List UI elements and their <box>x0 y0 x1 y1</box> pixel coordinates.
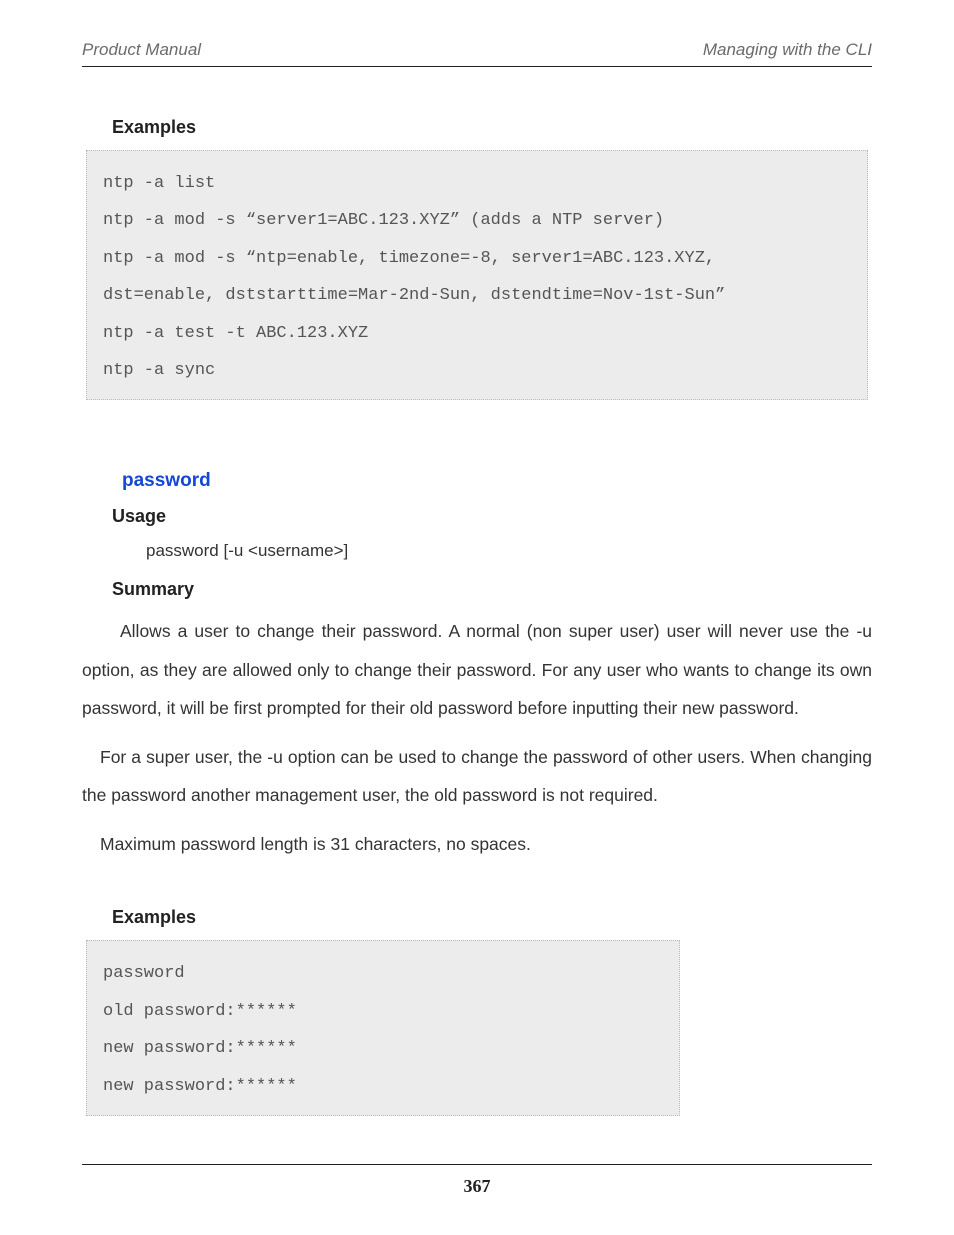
page-body: Examples ntp -a list ntp -a mod -s “serv… <box>82 67 872 1116</box>
password-command-heading: password <box>122 470 872 492</box>
password-examples-code: password old password:****** new passwor… <box>86 940 680 1116</box>
running-header: Product Manual Managing with the CLI <box>82 40 872 67</box>
summary-paragraph-3: Maximum password length is 31 characters… <box>82 825 872 864</box>
summary-text-3: Maximum password length is 31 characters… <box>100 834 531 854</box>
summary-text-1: Allows a user to change their password. … <box>82 621 872 718</box>
summary-paragraph-2: For a super user, the -u option can be u… <box>82 738 872 815</box>
usage-heading: Usage <box>112 506 872 527</box>
footer-rule <box>82 1164 872 1165</box>
ntp-examples-code: ntp -a list ntp -a mod -s “server1=ABC.1… <box>86 150 868 400</box>
page: Product Manual Managing with the CLI Exa… <box>0 0 954 1235</box>
header-left: Product Manual <box>82 40 201 60</box>
summary-text-2: For a super user, the -u option can be u… <box>82 747 872 806</box>
header-right: Managing with the CLI <box>703 40 872 60</box>
ntp-examples-heading: Examples <box>112 117 872 138</box>
usage-line: password [-u <username>] <box>146 541 872 561</box>
page-number: 367 <box>0 1176 954 1197</box>
summary-paragraph-1: Allows a user to change their password. … <box>82 612 872 728</box>
summary-heading: Summary <box>112 579 872 600</box>
password-examples-heading: Examples <box>112 907 872 928</box>
